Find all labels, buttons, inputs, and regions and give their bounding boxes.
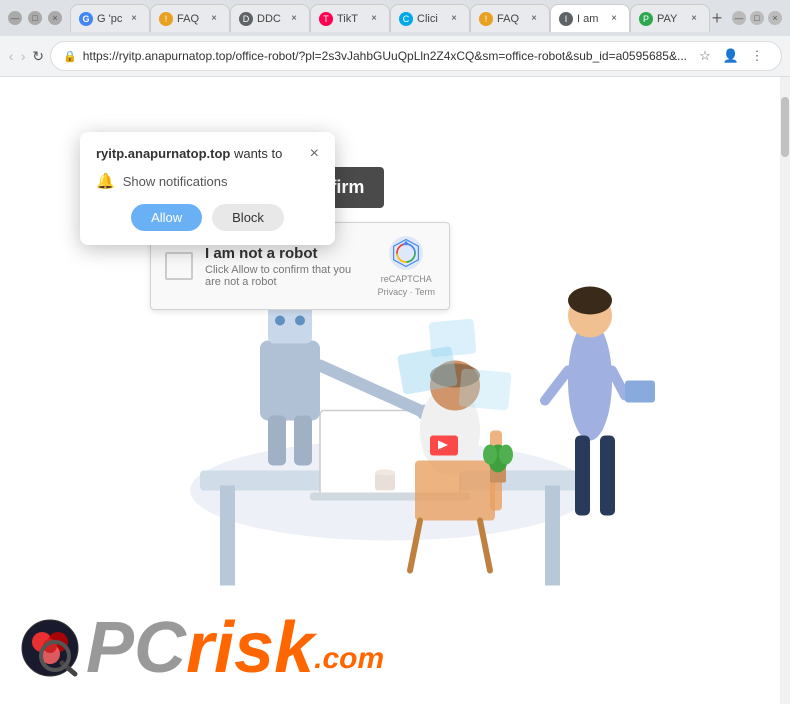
- profile-icon[interactable]: 👤: [719, 44, 743, 68]
- tab-label-google: G 'pc: [97, 13, 123, 25]
- pcrisk-logo: PCrisk.com: [20, 612, 384, 684]
- recaptcha-title: I am not a robot: [205, 245, 366, 262]
- browser-window: — □ × G G 'pc × ! FAQ × D DDC: [0, 0, 790, 704]
- recaptcha-logo-icon: [388, 235, 424, 271]
- tab-favicon-iam: I: [559, 12, 573, 26]
- tab-close-faq1[interactable]: ×: [207, 12, 221, 26]
- dotcom-text: .com: [314, 642, 384, 676]
- notif-permission-text: Show notifications: [123, 174, 228, 189]
- notif-header: ryitp.anapurnatop.top wants to ×: [96, 146, 319, 162]
- tab-favicon-faq1: !: [159, 12, 173, 26]
- tab-close-tiktok[interactable]: ×: [367, 12, 381, 26]
- scrollbar[interactable]: [780, 77, 790, 704]
- close-icon[interactable]: ×: [768, 11, 782, 25]
- tab-favicon-google: G: [79, 12, 93, 26]
- page-content: PCrisk.com Press Allow to confirm ryitp.…: [0, 77, 790, 704]
- tab-label-iam: I am: [577, 13, 603, 25]
- tab-label-faq1: FAQ: [177, 13, 203, 25]
- tab-close-ddc[interactable]: ×: [287, 12, 301, 26]
- risk-text: risk: [186, 612, 314, 684]
- maximize-button[interactable]: □: [28, 11, 42, 25]
- tab-favicon-pay: P: [639, 12, 653, 26]
- tabs-bar: G G 'pc × ! FAQ × D DDC × T TikT ×: [70, 4, 724, 32]
- tab-tiktok[interactable]: T TikT ×: [310, 4, 390, 32]
- pc-text: PC: [86, 612, 186, 684]
- allow-button[interactable]: Allow: [131, 204, 202, 231]
- recaptcha-privacy-link[interactable]: Privacy: [378, 287, 408, 297]
- window-controls: — □ ×: [8, 11, 62, 25]
- notif-buttons: Allow Block: [96, 204, 319, 231]
- tab-close-google[interactable]: ×: [127, 12, 141, 26]
- notification-popup: ryitp.anapurnatop.top wants to × 🔔 Show …: [80, 132, 335, 245]
- tab-pay[interactable]: P PAY ×: [630, 4, 710, 32]
- bell-icon: 🔔: [96, 172, 115, 190]
- tab-close-clici[interactable]: ×: [447, 12, 461, 26]
- address-bar-actions: ☆ 👤 ⋮: [693, 44, 769, 68]
- tab-close-faq2[interactable]: ×: [527, 12, 541, 26]
- refresh-button[interactable]: ↻: [32, 42, 44, 70]
- forward-button[interactable]: ›: [20, 42, 26, 70]
- tab-iam[interactable]: I I am ×: [550, 4, 630, 32]
- pcrisk-icon: [20, 618, 80, 678]
- tab-favicon-faq2: !: [479, 12, 493, 26]
- tab-close-iam[interactable]: ×: [607, 12, 621, 26]
- tab-close-pay[interactable]: ×: [687, 12, 701, 26]
- notif-permission-row: 🔔 Show notifications: [96, 172, 319, 190]
- tab-label-pay: PAY: [657, 13, 683, 25]
- lock-icon: 🔒: [63, 50, 77, 63]
- tab-label-ddc: DDC: [257, 13, 283, 25]
- tab-label-clici: Clici: [417, 13, 443, 25]
- restore-icon[interactable]: □: [750, 11, 764, 25]
- menu-icon[interactable]: ⋮: [745, 44, 769, 68]
- address-bar[interactable]: 🔒 https://ryitp.anapurnatop.top/office-r…: [50, 41, 782, 71]
- recaptcha-terms-link[interactable]: Term: [415, 287, 435, 297]
- recaptcha-checkbox[interactable]: [165, 252, 193, 280]
- notif-title: ryitp.anapurnatop.top wants to: [96, 146, 282, 161]
- scrollbar-thumb[interactable]: [781, 97, 789, 157]
- minimize-icon[interactable]: —: [732, 11, 746, 25]
- window-title-actions: — □ ×: [732, 11, 782, 25]
- notif-close-button[interactable]: ×: [310, 146, 319, 162]
- browser-chrome: — □ × G G 'pc × ! FAQ × D DDC: [0, 0, 790, 77]
- tab-favicon-tiktok: T: [319, 12, 333, 26]
- recaptcha-links: Privacy · Term: [378, 287, 435, 297]
- notif-domain: ryitp.anapurnatop.top: [96, 146, 230, 161]
- notif-wants-to: wants to: [230, 146, 282, 161]
- bookmark-icon[interactable]: ☆: [693, 44, 717, 68]
- address-bar-row: ‹ › ↻ 🔒 https://ryitp.anapurnatop.top/of…: [0, 36, 790, 76]
- recaptcha-text-area: I am not a robot Click Allow to confirm …: [205, 245, 366, 288]
- new-tab-button[interactable]: +: [710, 4, 724, 32]
- tab-ddc[interactable]: D DDC ×: [230, 4, 310, 32]
- tab-google-pc[interactable]: G G 'pc ×: [70, 4, 150, 32]
- address-text: https://ryitp.anapurnatop.top/office-rob…: [83, 49, 687, 63]
- tab-faq2[interactable]: ! FAQ ×: [470, 4, 550, 32]
- block-button[interactable]: Block: [212, 204, 284, 231]
- recaptcha-subtitle: Click Allow to confirm that you are not …: [205, 264, 366, 288]
- tab-favicon-ddc: D: [239, 12, 253, 26]
- tab-label-faq2: FAQ: [497, 13, 523, 25]
- tab-label-tiktok: TikT: [337, 13, 363, 25]
- close-window-button[interactable]: ×: [48, 11, 62, 25]
- tab-favicon-clici: C: [399, 12, 413, 26]
- minimize-button[interactable]: —: [8, 11, 22, 25]
- recaptcha-logo-area: reCAPTCHA Privacy · Term: [378, 235, 435, 297]
- recaptcha-brand: reCAPTCHA: [381, 274, 432, 284]
- back-button[interactable]: ‹: [8, 42, 14, 70]
- pcrisk-text: PCrisk.com: [86, 612, 384, 684]
- tab-faq1[interactable]: ! FAQ ×: [150, 4, 230, 32]
- tab-clici[interactable]: C Clici ×: [390, 4, 470, 32]
